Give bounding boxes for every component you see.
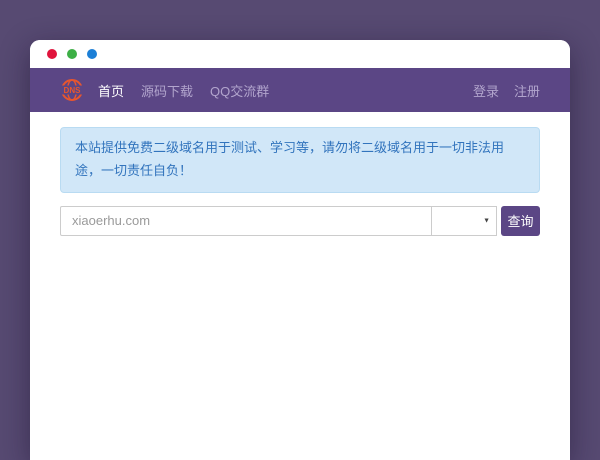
domain-input[interactable]: [60, 205, 432, 236]
window-minimize-button[interactable]: [67, 49, 77, 59]
nav-item-qq-group[interactable]: QQ交流群: [210, 81, 269, 100]
main-content: 本站提供免费二级域名用于测试、学习等，请勿将二级域名用于一切非法用途，一切责任自…: [30, 112, 570, 251]
site-logo[interactable]: DNS: [60, 78, 84, 102]
notice-alert: 本站提供免费二级域名用于测试、学习等，请勿将二级域名用于一切非法用途，一切责任自…: [60, 127, 540, 193]
auth-links: 登录 注册: [458, 81, 540, 100]
window-titlebar: [30, 40, 570, 68]
domain-suffix-select[interactable]: ▼: [431, 205, 497, 236]
logo-text: DNS: [64, 86, 82, 95]
window-maximize-button[interactable]: [87, 49, 97, 59]
register-link[interactable]: 注册: [514, 81, 540, 100]
domain-search-form: ▼ 查询: [60, 205, 540, 236]
chevron-down-icon: ▼: [483, 217, 490, 224]
window-close-button[interactable]: [47, 49, 57, 59]
site-navbar: DNS 首页 源码下载 QQ交流群 登录 注册: [30, 68, 570, 112]
query-button[interactable]: 查询: [501, 205, 540, 236]
login-link[interactable]: 登录: [473, 81, 499, 100]
nav-links: 首页 源码下载 QQ交流群: [98, 81, 286, 100]
nav-item-home[interactable]: 首页: [98, 81, 124, 100]
nav-item-source-download[interactable]: 源码下载: [141, 81, 193, 100]
browser-window: DNS 首页 源码下载 QQ交流群 登录 注册 本站提供免费二级域名用于测试、学…: [30, 40, 570, 460]
dns-globe-icon: DNS: [60, 79, 84, 101]
